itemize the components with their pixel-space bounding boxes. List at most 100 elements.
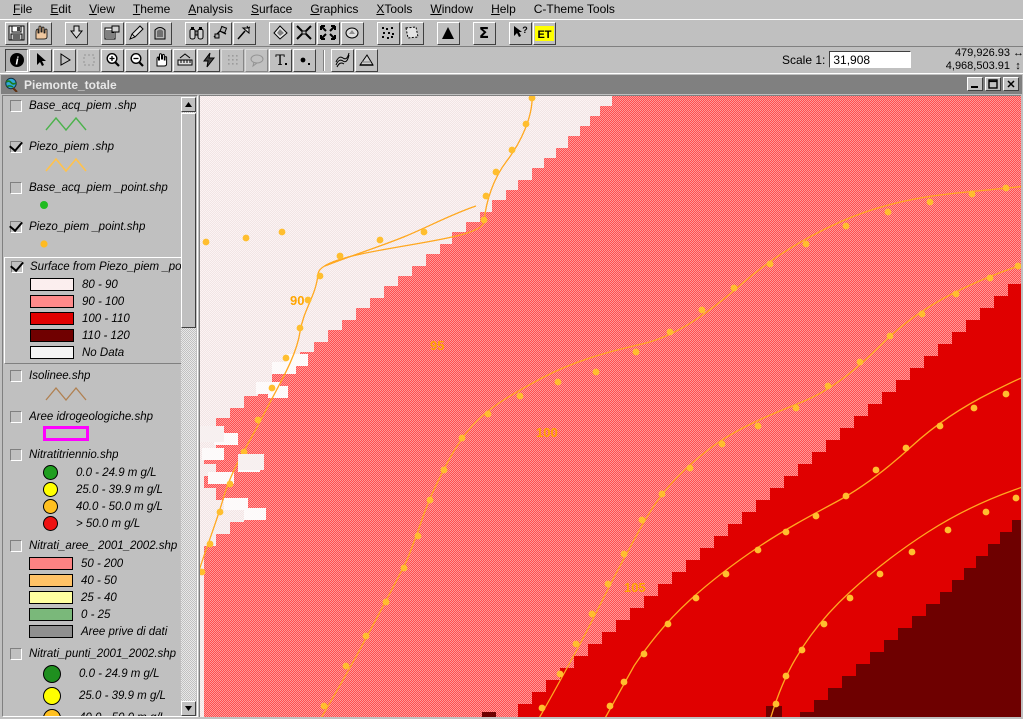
menu-surface[interactable]: Surface xyxy=(242,1,301,18)
menu-view[interactable]: View xyxy=(80,1,124,18)
maximize-button[interactable] xyxy=(985,77,1001,91)
menu-graphics[interactable]: Graphics xyxy=(301,1,367,18)
area-of-interest-tool[interactable] xyxy=(221,48,244,72)
map-canvas[interactable]: 90 95 100 105 xyxy=(199,95,1021,717)
menu-file[interactable]: File xyxy=(4,1,41,18)
profile-tool[interactable] xyxy=(355,48,378,72)
zoom-to-full-extent-button[interactable] xyxy=(317,21,340,45)
legend-scrollbar[interactable] xyxy=(181,97,196,716)
view-title-bar[interactable]: Piemonte_totale xyxy=(1,75,1022,94)
layer-name: Nitratitriennio.shp xyxy=(29,449,119,461)
layer-checkbox[interactable] xyxy=(10,648,22,660)
layer-name: Nitrati_punti_2001_2002.shp xyxy=(29,648,177,660)
layer-checkbox[interactable] xyxy=(10,182,22,194)
edit-legend-button[interactable] xyxy=(125,21,148,45)
profile-icon xyxy=(359,54,374,66)
legend-layer-surface-from-piezo-piem[interactable]: Surface from Piezo_piem _po 80 - 90 90 -… xyxy=(4,257,182,364)
layer-checkbox[interactable] xyxy=(11,261,23,273)
layer-checkbox[interactable] xyxy=(10,141,22,153)
zoom-to-active-theme-button[interactable] xyxy=(341,21,364,45)
menu-c-theme-tools[interactable]: C-Theme Tools xyxy=(525,1,624,18)
legend-layer-nitrati-punti-2001-2002[interactable]: Nitrati_punti_2001_2002.shp 0.0 - 24.9 m… xyxy=(4,645,182,716)
class-label: 80 - 90 xyxy=(82,278,118,291)
minimize-button[interactable] xyxy=(967,77,983,91)
scale-control: Scale 1: 31,908 xyxy=(782,49,912,70)
legend-layer-nitrati-aree-2001-2002[interactable]: Nitrati_aree_ 2001_2002.shp 50 - 200 40 … xyxy=(4,537,182,642)
legend-layer-nitratitriennio[interactable]: Nitratitriennio.shp 0.0 - 24.9 m g/L 25.… xyxy=(4,446,182,534)
legend-layer-aree-idrogeologiche[interactable]: Aree idrogeologiche.shp xyxy=(4,408,182,443)
scroll-down-button[interactable] xyxy=(181,701,196,716)
legend-layer-isolinee[interactable]: Isolinee.shp xyxy=(4,367,182,408)
contour-label-90: 90 xyxy=(290,293,304,308)
menu-window[interactable]: Window xyxy=(421,1,482,18)
save-project-button[interactable] xyxy=(5,21,28,45)
find-button[interactable] xyxy=(185,21,208,45)
text-tool[interactable]: T xyxy=(269,48,292,72)
contour-label-105: 105 xyxy=(624,580,646,595)
theme-properties-button[interactable] xyxy=(101,21,124,45)
view-document-window: Piemonte_totale Base_acq_piem .shp Piezo… xyxy=(0,73,1023,719)
locate-address-button[interactable] xyxy=(209,21,232,45)
layer-checkbox[interactable] xyxy=(10,370,22,382)
close-button[interactable] xyxy=(1003,77,1019,91)
legend-layer-base-acq-piem[interactable]: Base_acq_piem .shp xyxy=(4,97,182,138)
layer-checkbox[interactable] xyxy=(10,540,22,552)
class-swatch xyxy=(30,278,74,291)
toolbar-separator xyxy=(323,49,325,71)
draw-point-tool[interactable] xyxy=(293,48,316,72)
class-label: 25 - 40 xyxy=(81,591,117,604)
hot-link-tool[interactable] xyxy=(197,48,220,72)
scrollbar-thumb[interactable] xyxy=(181,113,196,328)
class-swatch xyxy=(30,346,74,359)
scale-input[interactable]: 31,908 xyxy=(829,51,912,68)
legend-class-row: 80 - 90 xyxy=(30,276,181,293)
scroll-up-button[interactable] xyxy=(181,97,196,112)
label-tool[interactable] xyxy=(245,48,268,72)
legend-layer-base-acq-piem-point[interactable]: Base_acq_piem _point.shp xyxy=(4,179,182,218)
legend-class-row: 0 - 25 xyxy=(29,606,182,623)
menu-edit[interactable]: Edit xyxy=(41,1,80,18)
menu-analysis[interactable]: Analysis xyxy=(179,1,242,18)
statistics-button[interactable]: Σ xyxy=(473,21,496,45)
menu-theme[interactable]: Theme xyxy=(124,1,179,18)
select-feature-tool[interactable] xyxy=(77,48,100,72)
add-theme-button[interactable] xyxy=(65,21,88,45)
layer-checkbox[interactable] xyxy=(10,449,22,461)
maximize-icon xyxy=(988,79,998,89)
zoom-out-tool[interactable] xyxy=(125,48,148,72)
point-symbol xyxy=(40,240,48,248)
contour-tool[interactable] xyxy=(331,48,354,72)
pointer-tool[interactable] xyxy=(29,48,52,72)
class-label: No Data xyxy=(82,346,125,359)
histogram-button[interactable] xyxy=(437,21,460,45)
vertex-edit-tool[interactable] xyxy=(53,48,76,72)
zoom-in-tool[interactable] xyxy=(101,48,124,72)
locate-address-icon xyxy=(213,25,228,39)
query-builder-button[interactable] xyxy=(233,21,256,45)
class-dot xyxy=(43,499,58,514)
legend-layer-piezo-piem[interactable]: Piezo_piem .shp xyxy=(4,138,182,179)
legend-class-row: 100 - 110 xyxy=(30,310,181,327)
line-symbol xyxy=(45,386,87,402)
menu-help[interactable]: Help xyxy=(482,1,525,18)
pan-tool[interactable] xyxy=(149,48,172,72)
layer-checkbox[interactable] xyxy=(10,411,22,423)
et-tools-button[interactable]: ET xyxy=(533,21,556,45)
help-button[interactable]: ? xyxy=(509,21,532,45)
layer-checkbox[interactable] xyxy=(10,100,22,112)
clear-selected-features-button[interactable] xyxy=(293,21,316,45)
identify-tool[interactable]: i xyxy=(5,48,28,72)
layer-checkbox[interactable] xyxy=(10,221,22,233)
legend-layer-piezo-piem-point[interactable]: Piezo_piem _point.shp xyxy=(4,218,182,257)
layer-name: Piezo_piem _point.shp xyxy=(29,221,146,233)
open-table-button[interactable] xyxy=(149,21,172,45)
print-button[interactable] xyxy=(29,21,52,45)
class-label: 40.0 - 50.0 m g/L xyxy=(76,500,163,513)
zoom-previous-button[interactable] xyxy=(401,21,424,45)
menu-file-label: ile xyxy=(20,2,33,16)
measure-tool[interactable] xyxy=(173,48,196,72)
select-features-using-graphic-button[interactable] xyxy=(269,21,292,45)
menu-xtools[interactable]: XTools xyxy=(367,1,421,18)
zoom-to-selected-button[interactable] xyxy=(377,21,400,45)
class-dot xyxy=(43,665,61,683)
